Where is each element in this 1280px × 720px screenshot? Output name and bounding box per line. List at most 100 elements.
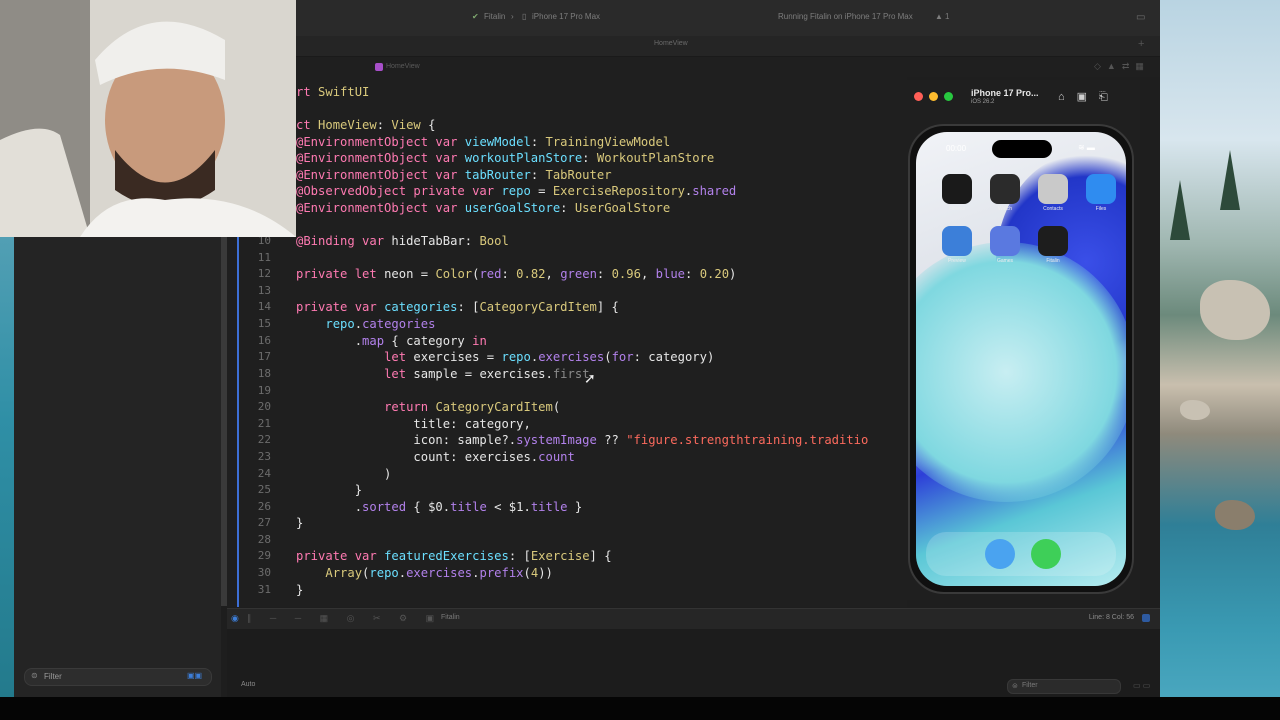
code-text: } — [296, 515, 303, 531]
code-token: CategoryCardItem — [435, 400, 553, 414]
code-line[interactable]: 22 icon: sample?.systemImage ?? "figure.… — [227, 432, 907, 448]
code-token: title — [450, 500, 487, 514]
code-line[interactable]: 11 — [227, 250, 907, 266]
iphone-home-screen[interactable]: 00:00 ≋ ▬ Fitness Watch Contacts Files Previ… — [916, 132, 1126, 586]
code-token: 0.20 — [699, 267, 730, 281]
code-token: viewModel — [464, 135, 531, 149]
code-line[interactable]: 17 let exercises = repo.exercises(for: c… — [227, 349, 907, 365]
code-token: ( — [604, 350, 612, 364]
code-token: { category — [384, 334, 473, 348]
jumpbar-file[interactable]: HomeView — [386, 63, 420, 70]
code-line[interactable]: 16 .map { category in — [227, 333, 907, 349]
line-number: 14 — [257, 300, 271, 313]
code-line[interactable]: @ObservedObject private var repo = Exerc… — [227, 183, 907, 199]
code-line[interactable]: 23 count: exercises.count — [227, 449, 907, 465]
app-label: Contacts — [1043, 206, 1063, 212]
code-line[interactable]: rt SwiftUI — [227, 84, 907, 100]
code-token: shared — [692, 184, 737, 198]
code-token: hideTabBar — [391, 234, 465, 248]
editor-options-icon[interactable]: ◇▲⇄▦ — [1094, 61, 1150, 72]
rock-decoration — [1200, 280, 1270, 340]
code-line[interactable]: 21 title: category, — [227, 416, 907, 432]
code-token: : [ — [508, 549, 531, 563]
app-icon-fitness[interactable] — [942, 174, 972, 204]
app-icon-preview[interactable] — [942, 226, 972, 256]
code-line[interactable]: 29 private var featuredExercises: [Exerci… — [227, 548, 907, 564]
code-line[interactable]: 20 return CategoryCardItem( — [227, 399, 907, 415]
code-line[interactable]: 31} — [227, 582, 907, 598]
warning-icon[interactable]: ▲ — [935, 12, 943, 21]
code-line[interactable]: 27} — [227, 515, 907, 531]
tab-homeview[interactable]: HomeView — [654, 40, 688, 47]
console-filter-field[interactable]: ⊜ Filter — [1007, 679, 1121, 694]
line-number: 11 — [257, 251, 271, 264]
code-line[interactable]: 24 ) — [227, 466, 907, 482]
navigator-filter-field[interactable]: ⊜ Filter ▣▣ — [24, 668, 212, 686]
code-line[interactable]: 14 private var categories: [CategoryCardI… — [227, 299, 907, 315]
dock-icon-safari[interactable] — [985, 539, 1015, 569]
code-line[interactable]: @EnvironmentObject var workoutPlanStore:… — [227, 150, 907, 166]
code-token: ) — [729, 267, 737, 281]
line-number: 13 — [257, 284, 271, 297]
simulator-controls-icon[interactable]: ⌂▣⎗ — [1058, 90, 1120, 104]
app-icon-watch[interactable] — [990, 174, 1020, 204]
debug-target[interactable]: Fitalin — [441, 614, 460, 621]
iphone-frame: 00:00 ≋ ▬ Fitness Watch Contacts Files Previ… — [908, 124, 1134, 594]
app-icon-contacts[interactable] — [1038, 174, 1068, 204]
app-label: Fitness — [948, 206, 966, 212]
filter-icon: ⊜ — [1012, 683, 1018, 690]
code-line[interactable]: 13 — [227, 283, 907, 299]
scheme-selector[interactable]: Fitalin — [484, 12, 505, 21]
dock-icon-messages[interactable] — [1031, 539, 1061, 569]
console-toggle-icon[interactable] — [1142, 614, 1150, 622]
code-token: Array — [325, 566, 363, 580]
code-line[interactable]: 30 Array(repo.exercises.prefix(4)) — [227, 565, 907, 581]
split-console-icon[interactable]: ▭ ▭ — [1133, 681, 1150, 690]
filter-options-icon[interactable]: ▣▣ — [187, 671, 202, 680]
status-time: 00:00 — [946, 144, 967, 153]
code-line[interactable] — [227, 217, 907, 233]
code-line[interactable]: 19 — [227, 383, 907, 399]
code-token: return — [384, 400, 436, 414]
simulator-device-name: iPhone 17 Pro... — [971, 88, 1039, 98]
code-line[interactable]: 12 private let neon = Color(red: 0.82, gr… — [227, 266, 907, 282]
code-line[interactable]: @EnvironmentObject var userGoalStore: Us… — [227, 200, 907, 216]
debug-controls-icon[interactable]: ◉∥ ─ ─ ▦ ◎ ✂ ⚙ ▣ — [231, 613, 442, 624]
destination-selector[interactable]: iPhone 17 Pro Max — [532, 12, 600, 21]
code-token: systemImage — [516, 433, 597, 447]
app-icon-games[interactable] — [990, 226, 1020, 256]
line-number: 17 — [257, 350, 271, 363]
code-token: ) — [296, 467, 392, 481]
code-token: sample = exercises. — [413, 367, 553, 381]
line-number: 26 — [257, 500, 271, 513]
code-line[interactable]: 26 .sorted { $0.title < $1.title } — [227, 499, 907, 515]
variables-mode-selector[interactable]: Auto — [241, 681, 255, 688]
code-line[interactable]: 15 repo.categories — [227, 316, 907, 332]
add-tab-icon[interactable]: + — [1138, 38, 1144, 50]
code-token: @EnvironmentObject var — [296, 201, 465, 215]
code-line[interactable]: ct HomeView: View { — [227, 117, 907, 133]
code-line[interactable]: 10 @Binding var hideTabBar: Bool — [227, 233, 907, 249]
line-number: 23 — [257, 450, 271, 463]
code-text: } — [296, 582, 303, 598]
code-token: let — [384, 367, 414, 381]
code-line[interactable]: @EnvironmentObject var tabRouter: TabRou… — [227, 167, 907, 183]
code-line[interactable]: 18 let sample = exercises.first — [227, 366, 907, 382]
app-icon-files[interactable] — [1086, 174, 1116, 204]
code-line[interactable]: 28 — [227, 532, 907, 548]
code-line[interactable]: @EnvironmentObject var viewModel: Traini… — [227, 134, 907, 150]
minimize-button[interactable] — [929, 92, 938, 101]
code-line[interactable] — [227, 100, 907, 116]
code-text: @ObservedObject private var repo = Exerc… — [296, 183, 736, 199]
inspector-toggle-icon[interactable]: ▭ — [1136, 12, 1145, 23]
code-token: , — [545, 267, 561, 281]
debug-console[interactable]: Auto ⊜ Filter ▭ ▭ — [227, 629, 1160, 697]
app-icon-fitalin[interactable] — [1038, 226, 1068, 256]
source-editor[interactable]: rt SwiftUI ct HomeView: View {@Environmen… — [227, 77, 907, 607]
close-button[interactable] — [914, 92, 923, 101]
code-line[interactable]: 25 } — [227, 482, 907, 498]
zoom-button[interactable] — [944, 92, 953, 101]
tree-decoration — [1170, 180, 1190, 240]
